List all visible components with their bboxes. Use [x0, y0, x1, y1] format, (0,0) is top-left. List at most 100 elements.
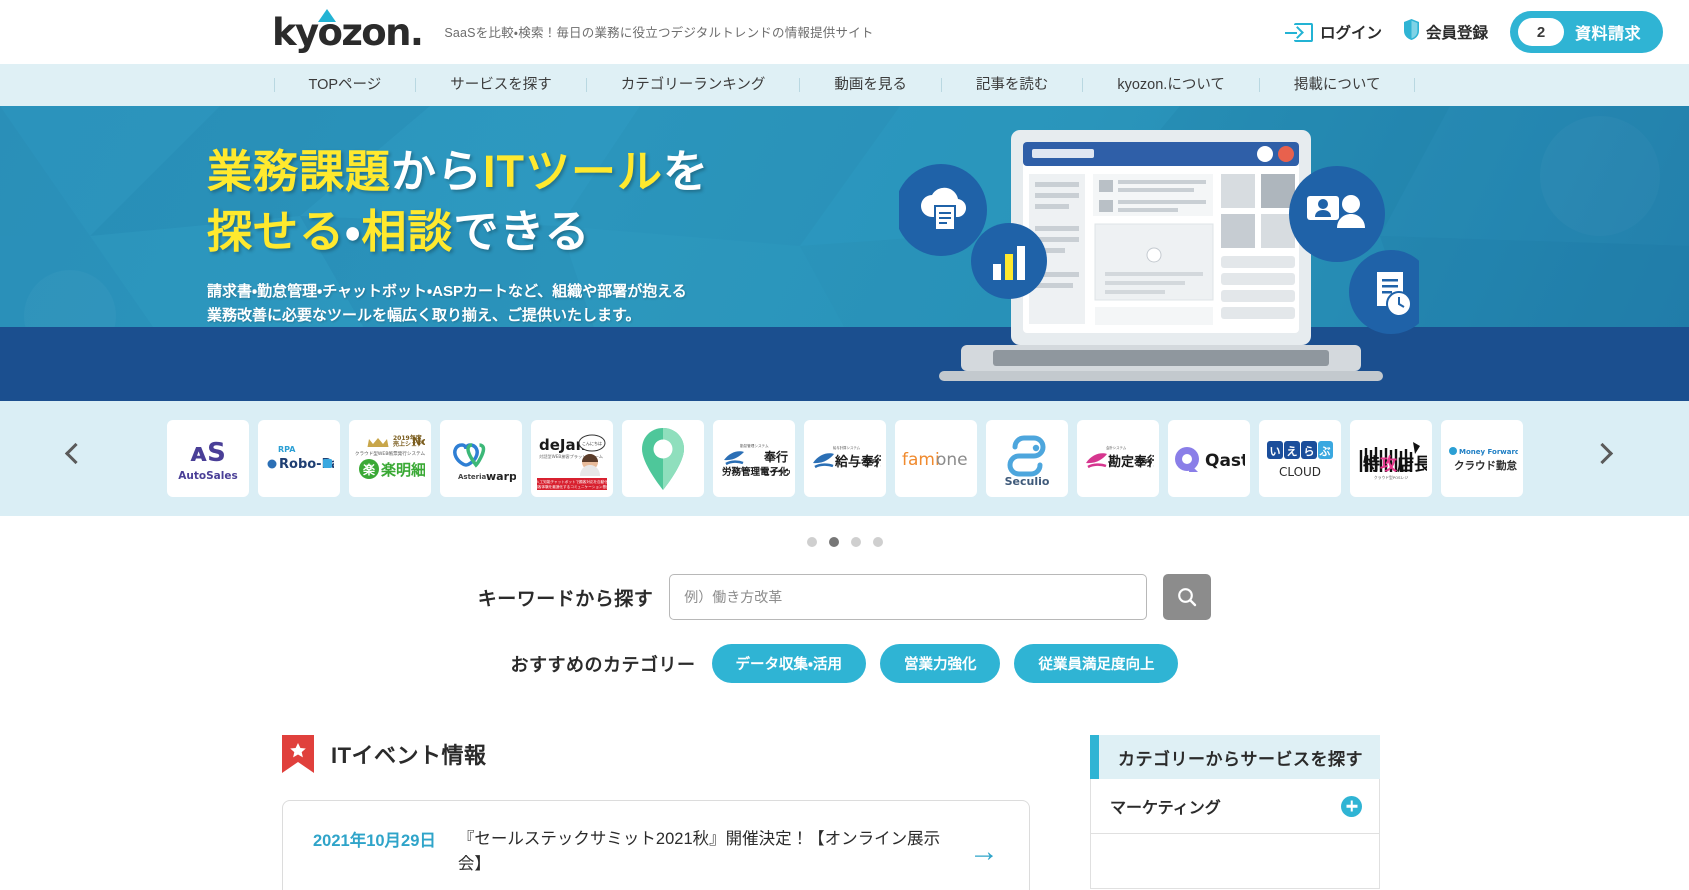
svg-text:クラウド型WEB帳票発行システム: クラウド型WEB帳票発行システム: [355, 450, 425, 457]
hero-bottom-band: [0, 327, 1689, 401]
category-tag-satisfaction[interactable]: 従業員満足度向上: [1014, 644, 1179, 683]
svg-text:No.1: No.1: [412, 435, 425, 448]
logo-caret-icon: [318, 8, 336, 22]
svg-text:one: one: [936, 450, 968, 470]
svg-text:warp: warp: [486, 470, 516, 483]
sidebar-item-marketing[interactable]: マーケティング: [1090, 779, 1380, 834]
document-request-button[interactable]: 2 資料請求: [1509, 11, 1663, 53]
logo-period: .: [409, 10, 424, 54]
svg-text:勤怠管理システム: 勤怠管理システム: [740, 443, 769, 448]
search-input[interactable]: [669, 574, 1148, 620]
star-ribbon-icon: [282, 735, 314, 773]
logo-card-robo-pat[interactable]: RPARobo-Pat: [257, 420, 340, 497]
events-section-header: ITイベント情報: [282, 735, 1030, 773]
nav-item-listing[interactable]: 掲載について: [1258, 78, 1416, 93]
event-list-item[interactable]: 2021年10月29日 『セールステックサミット2021秋』開催決定！【オンライ…: [282, 800, 1030, 890]
svg-text:ぶ: ぶ: [1318, 445, 1330, 458]
request-count-badge: 2: [1517, 18, 1564, 46]
login-label: ログイン: [1319, 25, 1382, 42]
hero-line1-part1: 業務課題: [207, 146, 392, 197]
sidebar-item-label: マーケティング: [1110, 800, 1221, 817]
nav-item-videos[interactable]: 動画を見る: [799, 78, 941, 93]
hero-banner: 業務課題からITツールを 探せる・相談できる 請求書・勤怠管理・チャットボット・…: [0, 106, 1689, 401]
logo-card-seculio[interactable]: Seculio: [985, 420, 1068, 497]
svg-text:楽: 楽: [362, 462, 375, 477]
svg-text:顧客体験を最適化するコミュニケーション基盤: 顧客体験を最適化するコミュニケーション基盤: [535, 484, 609, 489]
content-area: ITイベント情報 2021年10月29日 『セールステックサミット2021秋』開…: [0, 683, 1689, 890]
carousel-dot-2[interactable]: [828, 537, 839, 547]
events-column: ITイベント情報 2021年10月29日 『セールステックサミット2021秋』開…: [282, 735, 1030, 890]
svg-text:特: 特: [1363, 454, 1380, 475]
svg-text:攻: 攻: [1380, 454, 1398, 475]
hero-subtitle: 請求書・勤怠管理・チャットボット・ASPカートなど、組織や部署が抱える 業務改善…: [207, 280, 709, 329]
hero-copy: 業務課題からITツールを 探せる・相談できる 請求書・勤怠管理・チャットボット・…: [207, 142, 709, 328]
svg-text:こんにちは: こんにちは: [582, 440, 602, 446]
logo-card-qast[interactable]: Qast: [1167, 420, 1250, 497]
event-arrow-icon: →: [969, 834, 999, 868]
signup-button[interactable]: 会員登録: [1403, 19, 1488, 45]
keyword-search-label: キーワードから探す: [477, 588, 654, 610]
logo-card-famione[interactable]: fami one: [894, 420, 977, 497]
svg-text:AutoSales: AutoSales: [178, 470, 237, 482]
svg-text:クラウド型POSレジ: クラウド型POSレジ: [1373, 475, 1407, 480]
sidebar-item-next[interactable]: [1090, 834, 1380, 889]
hero-line2-part3: 相談: [361, 205, 454, 257]
search-button[interactable]: [1163, 574, 1212, 620]
logo-card-ielove-cloud[interactable]: い え ら ぶ CLOUD: [1258, 420, 1341, 497]
carousel-dot-4[interactable]: [872, 537, 883, 547]
nav-item-articles[interactable]: 記事を読む: [940, 78, 1083, 93]
nav-item-about[interactable]: kyozon.について: [1082, 78, 1259, 93]
svg-text:Asteria: Asteria: [458, 473, 487, 481]
logo-card-roumu-kanri-cloud[interactable]: 勤怠管理システム 奉行 労務管理電子化 クラウド: [712, 420, 795, 497]
svg-text:クラウド: クラウド: [770, 468, 790, 477]
logo-card-money-forward-kintai[interactable]: Money Forward クラウド勤怠: [1440, 420, 1523, 497]
hero-line1-part3: ITツール: [483, 146, 664, 197]
keyword-search-row: キーワードから探す: [0, 574, 1689, 620]
shield-icon: [1403, 19, 1419, 45]
plus-icon[interactable]: [1341, 795, 1362, 817]
site-logo[interactable]: kyozon .: [272, 8, 424, 54]
svg-text:fami: fami: [902, 450, 940, 470]
carousel-next-button[interactable]: [1591, 442, 1621, 472]
carousel-dot-1[interactable]: [806, 537, 817, 547]
svg-text:クラウド勤怠: クラウド勤怠: [1454, 459, 1517, 472]
hero-line1-part2: から: [391, 146, 484, 197]
svg-text:人工知能チャットボットで顧客対応を自動化: 人工知能チャットボットで顧客対応を自動化: [536, 479, 608, 484]
logo-card-pin-service[interactable]: [621, 420, 704, 497]
logo-card-dejam[interactable]: deJam 対話型WEB接客プラットフォーム こんにちは 人工知能チャットボット…: [530, 420, 613, 497]
event-title: 『セールステックサミット2021秋』開催決定！【オンライン展示会】: [457, 830, 941, 873]
hero-line2-part2: ・: [345, 205, 362, 257]
svg-text:会計システム: 会計システム: [1106, 445, 1127, 450]
svg-text:奉行: 奉行: [764, 449, 788, 464]
hero-illustration: [895, 114, 1433, 401]
hero-line2-part4: できる: [453, 205, 591, 257]
svg-text:い: い: [1269, 445, 1280, 458]
nav-item-ranking[interactable]: カテゴリーランキング: [585, 78, 800, 93]
category-tag-sales[interactable]: 営業力強化: [879, 644, 1001, 683]
svg-text:ら: ら: [1303, 445, 1314, 458]
recommended-category-label: おすすめのカテゴリー: [510, 654, 696, 675]
search-icon: [1178, 588, 1197, 607]
logo-card-autosales[interactable]: ᴀS AutoSales: [166, 420, 249, 497]
svg-text:え: え: [1286, 445, 1297, 458]
hero-sub-line1: 請求書・勤怠管理・チャットボット・ASPカートなど、組織や部署が抱える: [207, 282, 687, 300]
svg-text:楽明細: 楽明細: [381, 461, 425, 479]
category-tag-data[interactable]: データ収集・活用: [711, 644, 866, 683]
svg-text:CLOUD: CLOUD: [1278, 465, 1320, 479]
site-tagline: SaaSを比較・検索！毎日の業務に役立つデジタルトレンドの情報提供サイト: [444, 25, 874, 40]
events-section-title: ITイベント情報: [331, 743, 487, 768]
recommended-category-row: おすすめのカテゴリー データ収集・活用 営業力強化 従業員満足度向上: [0, 644, 1689, 683]
logo-card-kanjo-bugyo-cloud[interactable]: 会計システム 勘定奉行 クラウド: [1076, 420, 1159, 497]
logo-card-rakuraku-meisai[interactable]: 2019年度 売上シェア No.1 クラウド型WEB帳票発行システム 楽 楽明細: [348, 420, 431, 497]
carousel-pagination: [0, 516, 1689, 568]
logo-card-tokkou-tenchou[interactable]: 特 攻 店長 クラウド型POSレジ: [1349, 420, 1432, 497]
login-button[interactable]: ログイン: [1284, 21, 1382, 43]
carousel-track: ᴀS AutoSales RPARobo-Pat 2019年度 売上シェア No.…: [58, 420, 1631, 497]
hero-sub-line2: 業務改善に必要なツールを幅広く取り揃え、ご提供いたします。: [207, 306, 641, 324]
nav-item-services[interactable]: サービスを探す: [415, 78, 586, 93]
logo-card-asteria-warp[interactable]: Asteria warp: [439, 420, 522, 497]
nav-item-top[interactable]: TOPページ: [273, 78, 416, 93]
logo-card-kyuyo-bugyo-cloud[interactable]: 給与計算システム 給与奉行 クラウド: [803, 420, 886, 497]
carousel-dot-3[interactable]: [850, 537, 861, 547]
carousel-prev-button[interactable]: [64, 442, 94, 472]
